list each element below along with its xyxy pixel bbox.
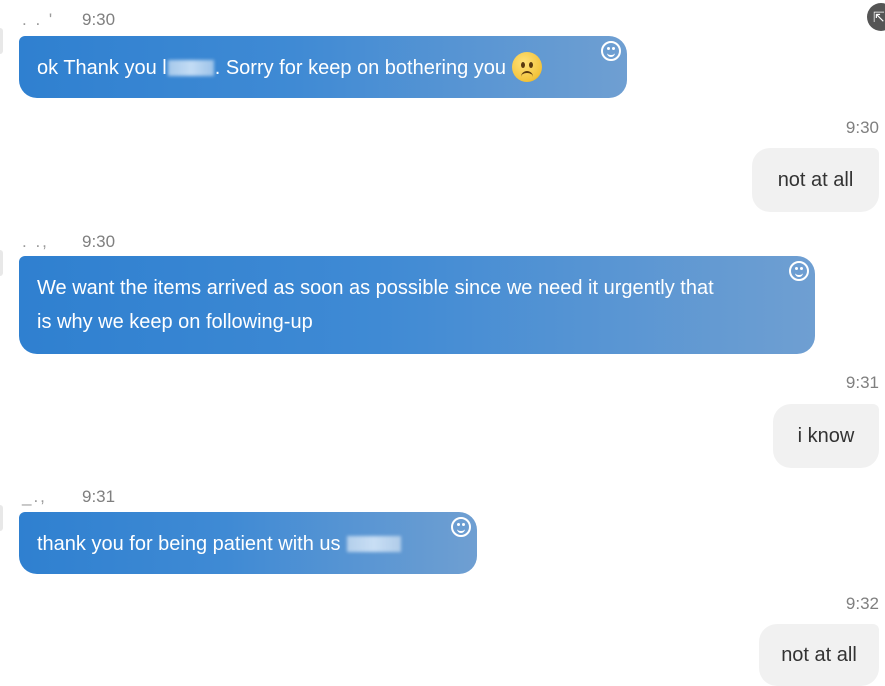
outgoing-message-bubble[interactable]: i know (773, 404, 879, 468)
message-text-line-2: is why we keep on following-up (37, 311, 313, 333)
timestamp: 9:30 (845, 118, 879, 137)
message-edge (0, 28, 3, 54)
sender-name: . ., (22, 232, 49, 251)
redacted-name (347, 536, 402, 552)
message-edge (0, 250, 3, 276)
sad-face-emoji (512, 52, 542, 82)
timestamp: 9:31 (845, 373, 879, 392)
message-meta: _., 9:31 (22, 487, 115, 507)
timestamp: 9:31 (82, 487, 116, 506)
incoming-message-bubble[interactable]: ok Thank you l . Sorry for keep on bother… (19, 36, 627, 98)
share-icon[interactable]: ⇱ (867, 3, 885, 31)
message-text-line-1: We want the items arrived as soon as pos… (37, 277, 714, 299)
smiley-reaction-icon[interactable] (789, 261, 809, 281)
incoming-message-bubble[interactable]: thank you for being patient with us (19, 512, 477, 574)
incoming-message-bubble[interactable]: We want the items arrived as soon as pos… (19, 256, 815, 354)
timestamp: 9:30 (82, 10, 116, 29)
outgoing-message-bubble[interactable]: not at all (759, 624, 879, 686)
outgoing-message-bubble[interactable]: not at all (752, 148, 879, 212)
message-meta: . ., 9:30 (22, 232, 115, 252)
message-text: thank you for being patient with us (37, 533, 347, 555)
chat-conversation: ⇱ . . ' 9:30 ok Thank you l . Sorry for ke… (0, 0, 885, 686)
smiley-reaction-icon[interactable] (601, 41, 621, 61)
timestamp: 9:32 (845, 594, 879, 613)
redacted-name (167, 60, 214, 76)
sender-name: . . ' (22, 10, 55, 29)
message-text-continued: . Sorry for keep on bothering you (214, 57, 506, 79)
message-edge (0, 505, 3, 531)
smiley-reaction-icon[interactable] (451, 517, 471, 537)
sender-name: _., (22, 487, 47, 506)
timestamp: 9:30 (82, 232, 116, 251)
message-meta: . . ' 9:30 (22, 10, 115, 30)
message-text: ok Thank you l (37, 57, 167, 79)
